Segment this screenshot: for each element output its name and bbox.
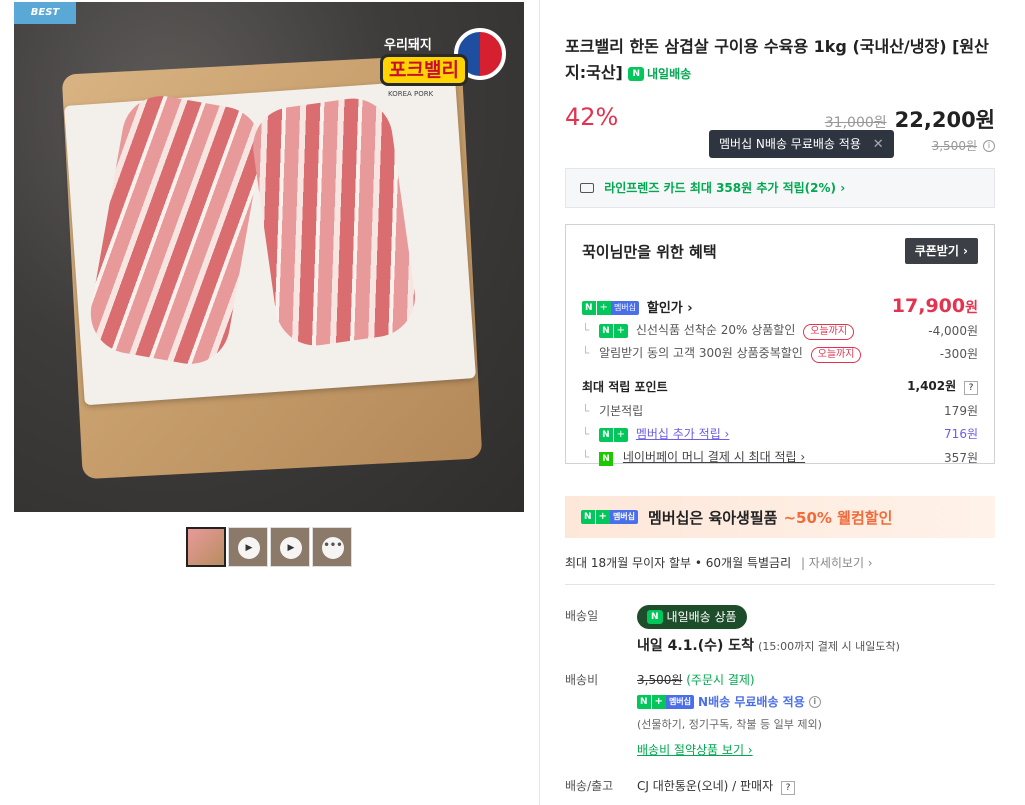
help-icon[interactable]: ? [780,781,795,795]
shipping-saver-link[interactable]: 배송비 절약상품 보기 › [637,741,753,758]
benefit-title: 꾹이님만을 위한 혜택 [582,243,717,261]
info-icon[interactable]: i [808,695,821,708]
naver-pay-icon: N [599,452,614,466]
membership-badge: N + 멤버십 [637,694,695,709]
discount-rate: 42% [565,103,619,131]
close-icon[interactable]: ✕ [873,137,884,152]
delivery-badge-text: 내일배송 상품 [666,610,737,624]
logo-small-text: 우리돼지 [384,38,432,53]
shipping-fee-summary: 3,500원 i [932,137,995,154]
info-icon[interactable]: i [983,139,995,152]
thumbnail-video[interactable]: ▶ [228,527,268,567]
membership-discount-row: N + 멤버십 할인가 › 17,900원 [582,295,978,317]
play-icon: ▶ [238,537,260,559]
coupon-button[interactable]: 쿠폰받기 › [904,238,978,264]
n-free-shipping-text: N배송 무료배송 적용 [698,695,805,709]
tomorrow-delivery-tag: N 내일배송 [628,61,691,87]
shipping-fee-original: 3,500원 [637,673,683,687]
max-points-row: 최대 적립 포인트 1,402원 ? [582,377,978,395]
discount-item-value: -4,000원 [928,324,978,338]
discount-item: └ N + 신선식품 선착순 20% 상품할인 오늘까지 -4,000원 [582,323,978,340]
today-only-tag: 오늘까지 [803,324,855,340]
logo-main-text: 포크밸리 [380,54,468,86]
promo-text: 멤버십은 육아생필품 [648,508,778,527]
tomorrow-delivery-label: 내일배송 [647,66,692,81]
shipping-exclusion-note: (선물하기, 정기구독, 착불 등 일부 제외) [637,718,822,731]
arrival-date: 내일 4.1.(수) 도착 (15:00까지 결제 시 내일도착) [637,638,900,654]
point-item-value: 179원 [944,404,978,418]
main-product-image[interactable]: BEST 우리돼지 포크밸리 KOREA PORK [14,2,524,512]
product-title: 포크밸리 한돈 삼겹살 구이용 수육용 1kg (국내산/냉장) [원산지:국산… [565,34,995,87]
installment-text: 최대 18개월 무이자 할부 • 60개월 특별금리 [565,556,792,570]
card-benefit-text: 라인프렌즈 카드 최대 358원 추가 적립(2%) › [604,181,846,195]
shipping-fee-note: (주문시 결제) [686,673,755,687]
credit-card-icon [580,183,594,193]
membership-plus-badge: N + [599,427,628,442]
point-item: └ N 네이버페이 머니 결제 시 최대 적립 › 357원 [582,450,978,466]
membership-badge: N + 멤버십 [581,510,639,524]
best-badge: BEST [14,2,76,24]
arrival-note: (15:00까지 결제 시 내일도착) [758,640,900,653]
point-item: └ N + 멤버십 추가 적립 › 716원 [582,427,978,442]
thumbnail-strip: ▶ ▶ ••• [186,527,352,567]
courier-info: CJ 대한통운(오네) / 판매자 ? [637,777,795,795]
max-points-value: 1,402원 [907,379,957,393]
brand-logo: 우리돼지 포크밸리 KOREA PORK [376,28,506,112]
free-shipping-tooltip: 멤버십 N배송 무료배송 적용 ✕ [709,130,894,158]
shipping-fee-label: 배송비 [565,673,599,687]
installment-info: 최대 18개월 무이자 할부 • 60개월 특별금리 | 자세히보기 › [565,554,873,571]
n-free-shipping: N + 멤버십 N배송 무료배송 적용 i [637,693,821,710]
shipping-fee: 3,500원 (주문시 결제) [637,671,755,688]
shipping-fee-strike: 3,500원 [931,139,977,153]
divider [565,584,995,585]
play-icon: ▶ [280,537,302,559]
point-item: └ 기본적립 179원 [582,404,978,418]
n-delivery-icon: N [628,66,644,81]
discount-item-value: -300원 [939,347,978,361]
max-points-label: 최대 적립 포인트 [582,379,668,394]
delivery-date-label: 배송일 [565,609,599,623]
membership-promo-banner[interactable]: N + 멤버십 멤버십은 육아생필품 ~50% 웰컴할인 [565,496,995,538]
n-delivery-icon: N [647,610,663,624]
discount-item-label: 신선식품 선착순 20% 상품할인 [635,323,796,337]
tomorrow-delivery-badge: N 내일배송 상품 [637,605,747,629]
more-icon: ••• [322,537,344,559]
card-benefit-banner[interactable]: 라인프렌즈 카드 최대 358원 추가 적립(2%) › [565,168,995,208]
membership-discount-price: 17,900원 [891,295,978,317]
tooltip-text: 멤버십 N배송 무료배송 적용 [719,137,861,151]
thumbnail-more[interactable]: ••• [312,527,352,567]
point-item-value: 357원 [944,450,978,465]
original-price: 31,000원 [824,115,887,131]
thumbnail-image[interactable] [186,527,226,567]
thumbnail-video[interactable]: ▶ [270,527,310,567]
point-item-label: 기본적립 [599,404,644,418]
help-icon[interactable]: ? [964,381,978,395]
discount-price-link[interactable]: 할인가 › [647,301,693,316]
today-only-tag: 오늘까지 [810,347,862,363]
membership-plus-badge: N + [599,323,628,338]
discount-item-label: 알림받기 동의 고객 300원 상품중복할인 [599,346,803,360]
installment-more-link[interactable]: | 자세히보기 › [801,556,873,570]
point-item-value: 716원 [944,427,978,441]
promo-highlight: ~50% 웰컴할인 [783,508,893,527]
logo-sub-text: KOREA PORK [388,90,434,98]
membership-points-link[interactable]: 멤버십 추가 적립 › [636,427,730,441]
product-gallery: BEST 우리돼지 포크밸리 KOREA PORK ▶ ▶ ••• [0,0,540,805]
membership-badge: N + 멤버십 [582,301,640,315]
naver-pay-points-link[interactable]: 네이버페이 머니 결제 시 최대 적립 › [623,450,805,464]
member-benefit-box: 꾹이님만을 위한 혜택 쿠폰받기 › N + 멤버십 할인가 › 17,900원… [565,224,995,466]
discount-item: └ 알림받기 동의 고객 300원 상품중복할인 오늘까지 -300원 [582,346,978,363]
courier-label: 배송/출고 [565,779,614,793]
sale-price: 22,200원 [894,108,995,132]
